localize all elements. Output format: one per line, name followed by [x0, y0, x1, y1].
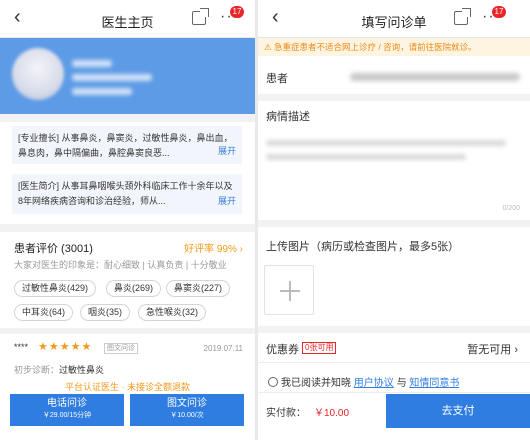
blurred-hospital [72, 88, 132, 95]
warning-banner: ⚠ 急重症患者不适合网上诊疗 / 咨询，请前往医院就诊。 [258, 38, 530, 56]
agree-prefix: 我已阅读并知晓 [281, 378, 351, 389]
plus-icon [289, 281, 291, 301]
specialty-box[interactable]: [专业擅长] 从事鼻炎，鼻窦炎，过敏性鼻炎，鼻出血，鼻息肉，鼻中隔偏曲，鼻腔鼻窦… [12, 126, 242, 164]
section-divider [0, 328, 255, 334]
phone-consult-button[interactable]: 电话问诊 ￥29.00/15分钟 [10, 394, 124, 426]
warning-text: 急重症患者不适合网上诊疗 / 咨询，请前往医院就诊。 [274, 42, 477, 52]
navbar: ‹ 填写问诊单 ··· 17 [258, 0, 530, 38]
divider-line [258, 362, 530, 363]
share-icon[interactable] [192, 8, 209, 25]
review-diagnosis: 初步诊断：过敏性鼻炎 [14, 363, 104, 376]
upload-image-button[interactable] [264, 265, 314, 315]
text-consult-price: ￥10.00/次 [170, 412, 204, 419]
upload-label: 上传图片（病历或检查图片，最多5张） [266, 241, 460, 253]
pay-amount: ￥10.00 [314, 408, 350, 419]
screenshot-root: ‹ 医生主页 ··· 17 [专业擅长] 从事鼻炎，鼻窦炎，过敏性鼻炎，鼻出血，… [0, 0, 530, 440]
doctor-home-panel: ‹ 医生主页 ··· 17 [专业擅长] 从事鼻炎，鼻窦炎，过敏性鼻炎，鼻出血，… [0, 0, 255, 440]
agreement-row[interactable]: 我已阅读并知晓 用户协议 与 知情同意书 [268, 374, 459, 389]
placeholder-blurred [266, 140, 506, 146]
guarantee-text: 平台认证医生 · 未接诊全额退款 [65, 382, 190, 392]
condition-textarea[interactable] [258, 126, 530, 216]
section-divider [0, 224, 255, 232]
review-user: **** [14, 342, 29, 352]
review-tag[interactable]: 急性喉炎(32) [138, 304, 207, 321]
condition-label: 病情描述 [266, 111, 310, 123]
warning-icon: ⚠ [264, 42, 272, 52]
section-divider [0, 114, 255, 122]
text-consult-label: 图文问诊 [167, 398, 207, 409]
rating-stars: ★★★★★ [38, 341, 93, 353]
navbar: ‹ 医生主页 ··· 17 [0, 0, 255, 38]
agree-radio[interactable] [268, 377, 278, 387]
review-date: 2019.07.11 [203, 344, 243, 353]
profile-text: [医生简介] 从事耳鼻咽喉头颈外科临床工作十余年以及8年网络疾病咨询和诊治经验，… [18, 181, 233, 206]
review-tag[interactable]: 鼻窦炎(227) [166, 280, 231, 297]
patient-value-blurred[interactable] [350, 73, 520, 81]
reviews-title: 患者评价 (3001) [14, 243, 93, 255]
good-rate-link[interactable]: 好评率 99% › [184, 240, 243, 255]
blurred-title [72, 74, 152, 81]
page-title: 医生主页 [101, 15, 154, 30]
profile-box[interactable]: [医生简介] 从事耳鼻咽喉头颈外科临床工作十余年以及8年网络疾病咨询和诊治经验，… [12, 174, 242, 214]
impression-text: 大家对医生的印象是：耐心细致 | 认真负责 | 十分敬业 [14, 260, 227, 270]
consult-form-panel: ‹ 填写问诊单 ··· 17 ⚠ 急重症患者不适合网上诊疗 / 咨询，请前往医院… [258, 0, 530, 440]
expand-profile-link[interactable]: 展开 [213, 194, 236, 209]
diagnosis-label: 初步诊断： [14, 365, 60, 375]
consent-link[interactable]: 知情同意书 [409, 378, 459, 389]
phone-consult-label: 电话问诊 [47, 398, 87, 409]
review-tag[interactable]: 过敏性鼻炎(429) [14, 280, 97, 297]
section-divider [258, 94, 530, 101]
patient-label: 患者 [266, 73, 288, 85]
expand-specialty-link[interactable]: 展开 [213, 144, 236, 159]
section-divider [258, 220, 530, 227]
review-tag[interactable]: 鼻炎(269) [106, 280, 162, 297]
user-agreement-link[interactable]: 用户协议 [354, 378, 394, 389]
agree-and: 与 [396, 378, 407, 389]
section-divider [258, 326, 530, 333]
review-tag[interactable]: 咽炎(35) [80, 304, 131, 321]
blurred-name [72, 60, 112, 67]
share-icon[interactable] [454, 8, 471, 25]
char-counter: 0/200 [502, 205, 520, 212]
coupon-label: 优惠券 [266, 344, 299, 356]
text-consult-button[interactable]: 图文问诊 ￥10.00/次 [130, 394, 244, 426]
phone-consult-price: ￥29.00/15分钟 [42, 412, 92, 419]
pay-button[interactable]: 去支付 [386, 394, 530, 428]
pay-label: 实付款： [266, 408, 306, 419]
notification-badge: 17 [230, 6, 244, 18]
coupon-count-badge: 0张可用 [302, 342, 337, 354]
notification-badge: 17 [492, 6, 506, 18]
diagnosis-value: 过敏性鼻炎 [59, 365, 105, 375]
specialty-text: [专业擅长] 从事鼻炎，鼻窦炎，过敏性鼻炎，鼻出血，鼻息肉，鼻中隔偏曲，鼻腔鼻窦… [18, 133, 233, 158]
review-source-badge: 图文问诊 [104, 343, 138, 354]
doctor-avatar [12, 48, 64, 100]
coupon-select[interactable]: 暂无可用 › [467, 341, 518, 357]
divider-line [258, 392, 530, 393]
placeholder-blurred [266, 154, 466, 160]
review-tag[interactable]: 中耳炎(64) [14, 304, 74, 321]
